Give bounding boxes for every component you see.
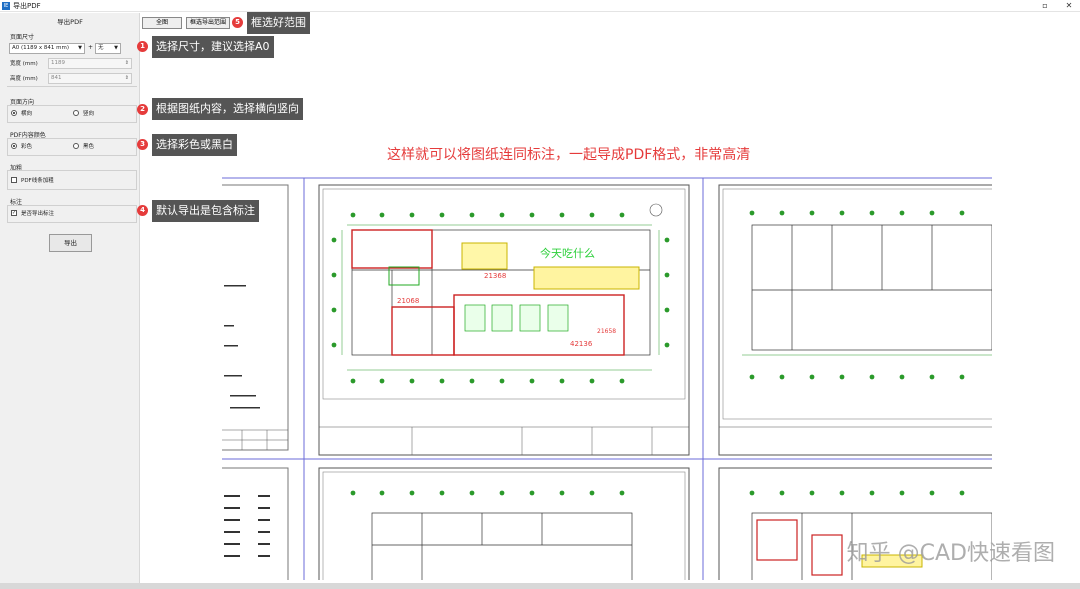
settings-sidebar: 导出PDF 页面尺寸 A0 (1189 x 841 mm) ▼ + 无 ▼ 宽度…: [0, 13, 140, 583]
watermark: 知乎 @CAD快速看图: [846, 541, 1055, 566]
portrait-label: 竖向: [83, 111, 95, 117]
landscape-radio[interactable]: [11, 110, 17, 116]
step-badge-1: 1: [137, 41, 148, 52]
callout-3: 选择彩色或黑白: [152, 134, 237, 156]
bw-label: 黑色: [83, 144, 95, 150]
headline-text: 这样就可以将图纸连同标注，一起导成PDF格式，非常高清: [387, 147, 751, 163]
restore-icon[interactable]: ▫: [1038, 1, 1052, 11]
dim-label-4: 21658: [597, 328, 616, 335]
color-label: 彩色: [21, 144, 33, 150]
step-badge-5: 5: [232, 17, 243, 28]
step-badge-3: 3: [137, 139, 148, 150]
page-size-group: [7, 41, 137, 87]
export-button[interactable]: 导出: [49, 234, 92, 252]
status-bar: [0, 583, 1080, 589]
window-title: 导出PDF: [13, 2, 41, 10]
export-pdf-window: IE 导出PDF ▫ ✕ 导出PDF 页面尺寸 A0 (1189 x 841 m…: [0, 0, 1080, 589]
annot-checkbox[interactable]: ✓: [11, 210, 17, 216]
cad-drawing: 今天吃什么 21368 21068 42136 21658: [211, 177, 994, 589]
bw-radio[interactable]: [73, 143, 79, 149]
landscape-label: 横向: [21, 111, 33, 117]
callout-1: 选择尺寸，建议选择A0: [152, 36, 274, 58]
dim-label-2: 21068: [397, 297, 419, 305]
step-badge-2: 2: [137, 104, 148, 115]
select-range-button[interactable]: 框选导出范围: [186, 17, 230, 29]
drawing-note: 今天吃什么: [540, 246, 595, 260]
bold-label: PDF线条加粗: [21, 178, 54, 184]
portrait-radio[interactable]: [73, 110, 79, 116]
drawing-canvas[interactable]: 今天吃什么 21368 21068 42136 21658: [211, 35, 994, 589]
sidebar-heading: 导出PDF: [57, 18, 83, 26]
bold-checkbox[interactable]: [11, 177, 17, 183]
page-size-title: 页面尺寸: [10, 34, 35, 41]
callout-2: 根据图纸内容，选择横向竖向: [152, 98, 303, 120]
title-bar: IE 导出PDF ▫ ✕: [0, 0, 1080, 12]
annot-label: 是否导出标注: [21, 211, 55, 217]
dim-label-1: 21368: [484, 272, 506, 280]
callout-5: 框选好范围: [247, 12, 310, 34]
full-view-button[interactable]: 全图: [142, 17, 182, 29]
callout-4: 默认导出是包含标注: [152, 200, 259, 222]
close-icon[interactable]: ✕: [1062, 1, 1076, 11]
step-badge-4: 4: [137, 205, 148, 216]
app-icon: IE: [2, 2, 10, 10]
dim-label-3: 42136: [570, 340, 593, 348]
color-radio[interactable]: [11, 143, 17, 149]
